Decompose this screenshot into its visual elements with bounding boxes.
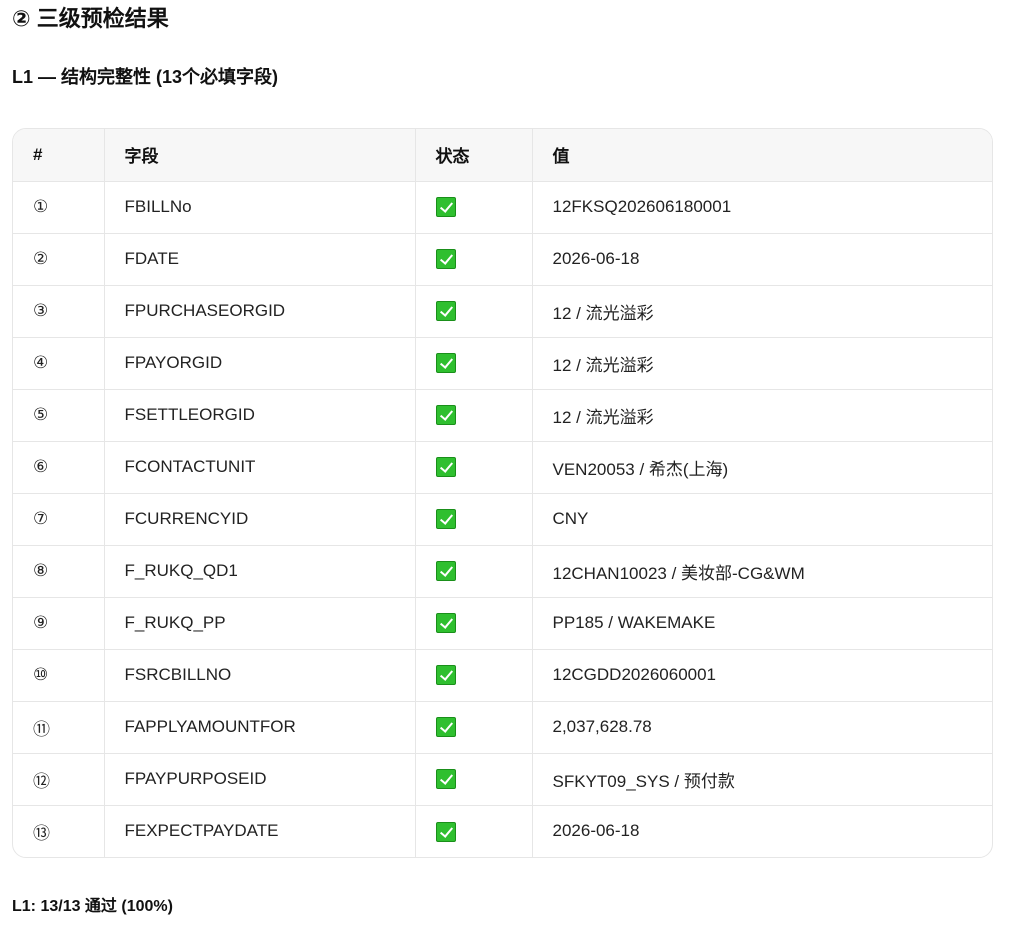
- value-cell: CNY: [532, 493, 992, 546]
- l1-summary: L1: 13/13 通过 (100%): [12, 898, 173, 915]
- table-row: ④ FPAYORGID 12 / 流光溢彩: [13, 337, 992, 390]
- value-cell: 12 / 流光溢彩: [532, 389, 992, 442]
- check-mark-icon: [435, 509, 456, 530]
- status-cell: [415, 233, 533, 286]
- field-name-cell: FAPPLYAMOUNTFOR: [104, 701, 416, 754]
- column-header-status: 状态: [415, 129, 533, 182]
- check-mark-icon: [435, 353, 456, 374]
- field-name-cell: FEXPECTPAYDATE: [104, 805, 416, 857]
- value-cell: 12 / 流光溢彩: [532, 337, 992, 390]
- check-mark-icon: [435, 249, 456, 270]
- check-mark-icon: [435, 457, 456, 478]
- precheck-result-page: ② 三级预检结果 L1 — 结构完整性 (13个必填字段) # 字段 状态 值 …: [0, 0, 1020, 930]
- row-number: ④: [13, 337, 105, 390]
- row-number: ⑤: [13, 389, 105, 442]
- value-cell: 2,037,628.78: [532, 701, 992, 754]
- table-row: ① FBILLNo 12FKSQ202606180001: [13, 181, 992, 234]
- column-header-field: 字段: [104, 129, 416, 182]
- status-cell: [415, 389, 533, 442]
- l1-field-table-container: # 字段 状态 值 ① FBILLNo 12FKSQ202606180001 ② FDA…: [12, 128, 993, 858]
- field-name-cell: FPURCHASEORGID: [104, 285, 416, 338]
- field-name-cell: FPAYORGID: [104, 337, 416, 390]
- field-name-cell: F_RUKQ_QD1: [104, 545, 416, 598]
- check-mark-icon: [435, 665, 456, 686]
- field-name-cell: FBILLNo: [104, 181, 416, 234]
- row-number: ①: [13, 181, 105, 234]
- status-cell: [415, 285, 533, 338]
- table-row: ⑫ FPAYPURPOSEID SFKYT09_SYS / 预付款: [13, 753, 992, 806]
- value-cell: 12CHAN10023 / 美妆部-CG&WM: [532, 545, 992, 598]
- field-name-cell: FSETTLEORGID: [104, 389, 416, 442]
- table-row: ⑩ FSRCBILLNO 12CGDD2026060001: [13, 649, 992, 702]
- table-row: ⑬ FEXPECTPAYDATE 2026-06-18: [13, 805, 992, 857]
- column-header-number: #: [13, 129, 105, 182]
- value-cell: 2026-06-18: [532, 233, 992, 286]
- row-number: ⑪: [13, 701, 105, 754]
- field-name-cell: FCONTACTUNIT: [104, 441, 416, 494]
- table-row: ⑪ FAPPLYAMOUNTFOR 2,037,628.78: [13, 701, 992, 754]
- check-mark-icon: [435, 197, 456, 218]
- status-cell: [415, 545, 533, 598]
- value-cell: 12FKSQ202606180001: [532, 181, 992, 234]
- table-row: ⑤ FSETTLEORGID 12 / 流光溢彩: [13, 389, 992, 442]
- l1-subtitle: L1 — 结构完整性 (13个必填字段): [12, 67, 279, 87]
- status-cell: [415, 701, 533, 754]
- check-mark-icon: [435, 821, 456, 842]
- status-cell: [415, 337, 533, 390]
- value-cell: 2026-06-18: [552, 821, 640, 841]
- row-number: ⑬: [13, 805, 105, 857]
- row-number: ⑫: [13, 753, 105, 806]
- section-title: ② 三级预检结果: [12, 6, 169, 31]
- status-cell: [415, 441, 533, 494]
- check-mark-icon: [435, 405, 456, 426]
- row-number: ②: [13, 233, 105, 286]
- row-number: ⑧: [13, 545, 105, 598]
- check-mark-icon: [435, 717, 456, 738]
- check-mark-icon: [435, 613, 456, 634]
- table-row: ② FDATE 2026-06-18: [13, 233, 992, 286]
- status-cell: [415, 753, 533, 806]
- row-number: ③: [13, 285, 105, 338]
- table-row: ⑥ FCONTACTUNIT VEN20053 / 希杰(上海): [13, 441, 992, 494]
- field-name-cell: FDATE: [104, 233, 416, 286]
- table-header: # 字段 状态 值: [13, 129, 992, 182]
- value-cell: 12CGDD2026060001: [532, 649, 992, 702]
- value-cell: 12 / 流光溢彩: [532, 285, 992, 338]
- status-cell: [415, 597, 533, 650]
- row-number: ⑨: [13, 597, 105, 650]
- field-name-cell: FSRCBILLNO: [104, 649, 416, 702]
- column-header-value: 值: [532, 129, 992, 182]
- value-cell: SFKYT09_SYS / 预付款: [532, 753, 992, 806]
- status-cell: [415, 649, 533, 702]
- value-cell: PP185 / WAKEMAKE: [532, 597, 992, 650]
- table-body: ① FBILLNo 12FKSQ202606180001 ② FDATE 2026-06-…: [13, 181, 992, 857]
- table-row: ③ FPURCHASEORGID 12 / 流光溢彩: [13, 285, 992, 338]
- table-row: ⑧ F_RUKQ_QD1 12CHAN10023 / 美妆部-CG&WM: [13, 545, 992, 598]
- row-number: ⑦: [13, 493, 105, 546]
- check-mark-icon: [435, 561, 456, 582]
- l1-field-table: # 字段 状态 值 ① FBILLNo 12FKSQ202606180001 ② FDA…: [13, 129, 992, 857]
- table-row: ⑨ F_RUKQ_PP PP185 / WAKEMAKE: [13, 597, 992, 650]
- table-row: ⑦ FCURRENCYID CNY: [13, 493, 992, 546]
- value-cell: VEN20053 / 希杰(上海): [532, 441, 992, 494]
- check-mark-icon: [435, 769, 456, 790]
- status-cell: [415, 181, 533, 234]
- status-cell: [415, 805, 533, 857]
- row-number: ⑥: [13, 441, 105, 494]
- check-mark-icon: [435, 301, 456, 322]
- field-name-cell: FCURRENCYID: [104, 493, 416, 546]
- field-name-cell: F_RUKQ_PP: [104, 597, 416, 650]
- status-cell: [415, 493, 533, 546]
- table-header-row: # 字段 状态 值: [13, 129, 992, 182]
- row-number: ⑩: [13, 649, 105, 702]
- field-name-cell: FPAYPURPOSEID: [104, 753, 416, 806]
